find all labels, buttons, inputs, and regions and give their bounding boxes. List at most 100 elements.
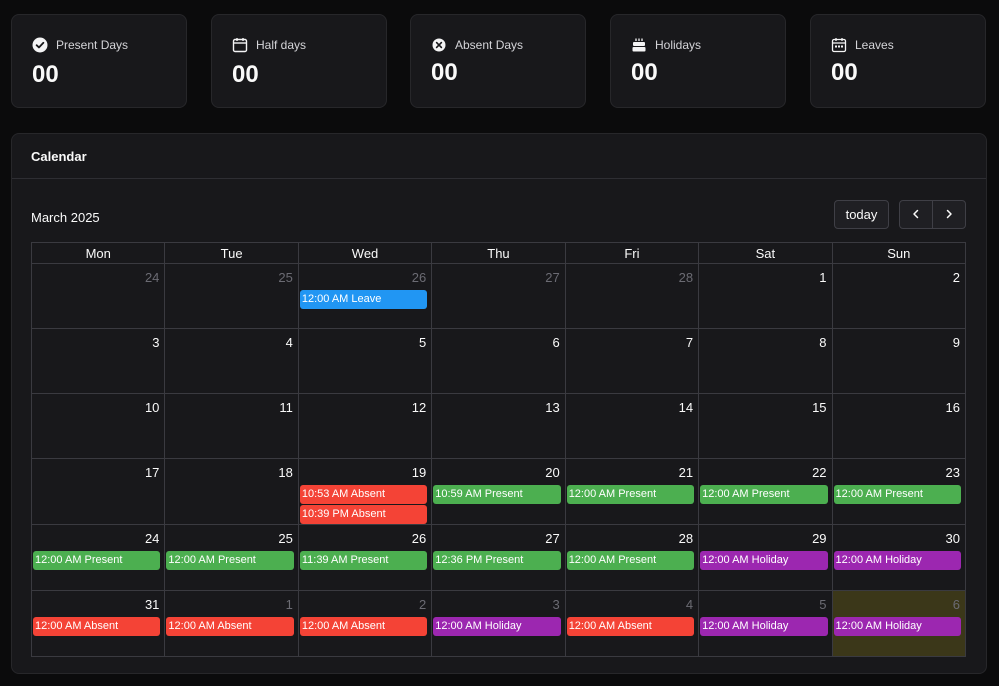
prev-month-button[interactable] — [900, 201, 932, 228]
day-number[interactable]: 12 — [299, 394, 431, 417]
day-cell[interactable]: 24 12:00 AM Present — [30, 524, 166, 591]
day-number[interactable]: 26 — [299, 525, 431, 548]
day-cell[interactable]: 1 — [698, 263, 833, 329]
day-number[interactable]: 5 — [699, 591, 831, 614]
day-cell[interactable]: 27 12:36 PM Present — [431, 524, 566, 591]
day-number[interactable]: 10 — [32, 394, 164, 417]
day-number[interactable]: 24 — [32, 264, 164, 287]
day-number[interactable]: 30 — [833, 525, 965, 548]
day-number[interactable]: 5 — [299, 329, 431, 352]
day-number[interactable]: 27 — [432, 525, 564, 548]
day-number[interactable]: 16 — [833, 394, 965, 417]
day-number[interactable]: 4 — [165, 329, 297, 352]
day-cell[interactable]: 1 12:00 AM Absent — [164, 590, 299, 657]
day-number[interactable]: 28 — [566, 264, 698, 287]
day-cell[interactable]: 27 — [431, 263, 566, 329]
day-number[interactable]: 9 — [833, 329, 965, 352]
event-present[interactable]: 12:00 AM Present — [700, 485, 828, 504]
day-number[interactable]: 3 — [432, 591, 564, 614]
day-number[interactable]: 2 — [299, 591, 431, 614]
day-cell[interactable]: 5 12:00 AM Holiday — [698, 590, 833, 657]
day-cell[interactable]: 28 — [564, 263, 700, 329]
event-present[interactable]: 12:36 PM Present — [433, 551, 561, 570]
day-cell[interactable]: 31 12:00 AM Absent — [30, 590, 166, 657]
day-number[interactable]: 24 — [32, 525, 164, 548]
day-cell[interactable]: 4 12:00 AM Absent — [564, 590, 700, 657]
day-cell[interactable]: 23 12:00 AM Present — [831, 458, 967, 525]
day-cell[interactable]: 29 12:00 AM Holiday — [698, 524, 833, 591]
day-cell[interactable]: 2 12:00 AM Absent — [297, 590, 433, 657]
day-cell[interactable]: 12 — [297, 393, 433, 459]
day-cell[interactable]: 16 — [831, 393, 967, 459]
day-number[interactable]: 1 — [699, 264, 831, 287]
day-cell[interactable]: 11 — [164, 393, 299, 459]
day-cell[interactable]: 19 10:53 AM Absent 10:39 PM Absent — [297, 458, 433, 525]
day-number[interactable]: 20 — [432, 459, 564, 482]
day-cell[interactable]: 22 12:00 AM Present — [698, 458, 833, 525]
day-cell[interactable]: 20 10:59 AM Present — [431, 458, 566, 525]
day-number[interactable]: 28 — [566, 525, 698, 548]
event-absent[interactable]: 10:53 AM Absent — [299, 485, 428, 504]
day-cell[interactable]: 21 12:00 AM Present — [564, 458, 700, 525]
day-number[interactable]: 31 — [32, 591, 164, 614]
day-number[interactable]: 11 — [165, 394, 297, 417]
day-number[interactable]: 25 — [165, 525, 297, 548]
day-number[interactable]: 26 — [299, 264, 431, 287]
event-absent[interactable]: 12:00 AM Absent — [566, 617, 695, 636]
event-present[interactable]: 12:00 AM Present — [566, 485, 695, 504]
day-number[interactable]: 4 — [566, 591, 698, 614]
day-cell[interactable]: 18 — [164, 458, 299, 525]
event-absent[interactable]: 12:00 AM Absent — [166, 617, 294, 636]
day-number[interactable]: 7 — [566, 329, 698, 352]
day-cell[interactable]: 30 12:00 AM Holiday — [831, 524, 967, 591]
day-number[interactable]: 17 — [32, 459, 164, 482]
day-cell[interactable]: 14 — [564, 393, 700, 459]
day-cell[interactable]: 15 — [698, 393, 833, 459]
day-number[interactable]: 2 — [833, 264, 965, 287]
day-cell[interactable]: 7 — [564, 328, 700, 394]
day-number[interactable]: 29 — [699, 525, 831, 548]
day-number[interactable]: 14 — [566, 394, 698, 417]
day-number[interactable]: 27 — [432, 264, 564, 287]
day-cell[interactable]: 25 12:00 AM Present — [164, 524, 299, 591]
day-cell[interactable]: 3 12:00 AM Holiday — [431, 590, 566, 657]
next-month-button[interactable] — [932, 201, 965, 228]
day-number[interactable]: 13 — [432, 394, 564, 417]
event-holiday[interactable]: 12:00 AM Holiday — [700, 617, 828, 636]
event-holiday[interactable]: 12:00 AM Holiday — [433, 617, 561, 636]
day-number[interactable]: 3 — [32, 329, 164, 352]
day-cell[interactable]: 26 11:39 AM Present — [297, 524, 433, 591]
event-leave[interactable]: 12:00 AM Leave — [299, 290, 428, 309]
day-cell[interactable]: 26 12:00 AM Leave — [297, 263, 433, 329]
day-number[interactable]: 21 — [566, 459, 698, 482]
day-number[interactable]: 1 — [165, 591, 297, 614]
day-number[interactable]: 6 — [833, 591, 965, 614]
day-cell[interactable]: 24 — [30, 263, 166, 329]
day-cell[interactable]: 28 12:00 AM Present — [564, 524, 700, 591]
day-number[interactable]: 18 — [165, 459, 297, 482]
event-absent[interactable]: 12:00 AM Absent — [33, 617, 161, 636]
day-number[interactable]: 23 — [833, 459, 965, 482]
day-cell[interactable]: 6 — [431, 328, 566, 394]
day-cell[interactable]: 10 — [30, 393, 166, 459]
event-holiday[interactable]: 12:00 AM Holiday — [700, 551, 828, 570]
day-cell[interactable]: 13 — [431, 393, 566, 459]
day-number[interactable]: 22 — [699, 459, 831, 482]
day-number[interactable]: 6 — [432, 329, 564, 352]
event-holiday[interactable]: 12:00 AM Holiday — [833, 617, 961, 636]
day-number[interactable]: 8 — [699, 329, 831, 352]
event-absent[interactable]: 12:00 AM Absent — [299, 617, 428, 636]
day-cell[interactable]: 5 — [297, 328, 433, 394]
event-present[interactable]: 12:00 AM Present — [33, 551, 161, 570]
day-number[interactable]: 19 — [299, 459, 431, 482]
day-cell[interactable]: 2 — [831, 263, 967, 329]
day-cell[interactable]: 8 — [698, 328, 833, 394]
day-cell[interactable]: 9 — [831, 328, 967, 394]
event-present[interactable]: 11:39 AM Present — [299, 551, 428, 570]
day-cell[interactable]: 17 — [30, 458, 166, 525]
day-cell[interactable]: 6 12:00 AM Holiday — [831, 590, 967, 657]
day-cell[interactable]: 3 — [30, 328, 166, 394]
event-present[interactable]: 12:00 AM Present — [833, 485, 961, 504]
day-cell[interactable]: 4 — [164, 328, 299, 394]
day-number[interactable]: 15 — [699, 394, 831, 417]
